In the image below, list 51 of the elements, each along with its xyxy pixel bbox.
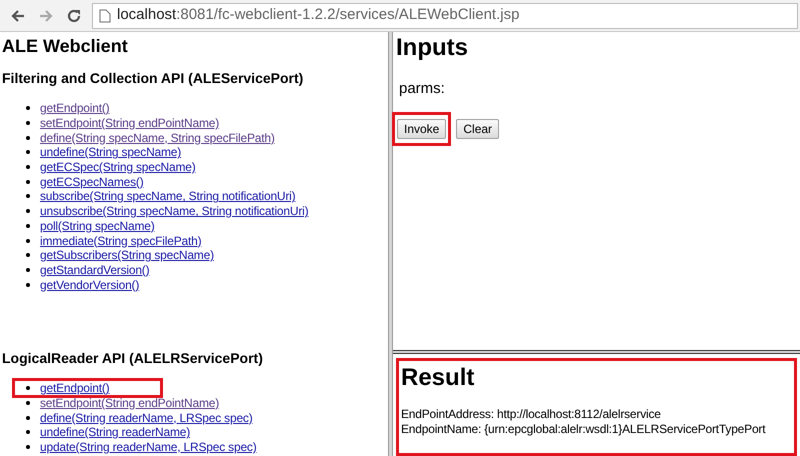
bullet-icon bbox=[26, 194, 30, 198]
section-heading: LogicalReader API (ALELRServicePort) bbox=[2, 348, 264, 368]
bullet-icon bbox=[26, 400, 30, 405]
bullet-icon bbox=[26, 268, 30, 272]
method-link[interactable]: subscribe(String specName, String notificationUri) bbox=[40, 189, 296, 204]
method-link[interactable]: poll(String specName) bbox=[40, 218, 155, 233]
method-link[interactable]: undefine(String specName) bbox=[40, 145, 182, 160]
reload-icon[interactable] bbox=[66, 8, 82, 24]
method-link[interactable]: unsubscribe(String specName, String notificationUri) bbox=[40, 204, 308, 218]
bullet-icon bbox=[26, 150, 30, 154]
method-link[interactable]: getSubscribers(String specName) bbox=[40, 248, 214, 262]
parms-label: parms: bbox=[399, 79, 446, 99]
bullet-icon bbox=[26, 106, 30, 110]
bullet-icon bbox=[26, 209, 30, 214]
bullet-icon bbox=[26, 430, 30, 434]
method-link[interactable]: undefine(String readerName) bbox=[40, 425, 190, 440]
page-icon bbox=[99, 8, 111, 22]
method-link[interactable]: getVendorVersion() bbox=[40, 278, 140, 292]
bullet-icon bbox=[26, 165, 30, 170]
section-heading: Filtering and Collection API (ALEServicePort) bbox=[2, 69, 304, 88]
method-link[interactable]: immediate(String specFilePath) bbox=[40, 234, 202, 248]
bullet-icon bbox=[26, 180, 30, 184]
method-link[interactable]: define(String specName, String specFilePath) bbox=[40, 130, 275, 145]
method-link[interactable]: update(String readerName, LRSpec spec) bbox=[40, 440, 257, 454]
method-link[interactable]: getEndpoint() bbox=[40, 101, 110, 116]
method-link[interactable]: getStandardVersion() bbox=[40, 262, 150, 277]
method-link[interactable]: setEndpoint(String endPointName) bbox=[40, 116, 220, 130]
method-link[interactable]: getECSpecNames() bbox=[40, 174, 144, 189]
address-bar[interactable]: localhost:8081/fc-webclient-1.2.2/services/ALEWebClient.jsp bbox=[92, 2, 798, 28]
action-button[interactable]: Invoke bbox=[397, 118, 446, 138]
bullet-icon bbox=[26, 224, 30, 228]
method-link[interactable]: getECSpec(String specName) bbox=[40, 160, 196, 174]
bullet-icon bbox=[26, 136, 30, 140]
bullet-icon bbox=[26, 386, 30, 390]
inputs-title: Inputs bbox=[396, 34, 469, 62]
method-link[interactable]: setEndpoint(String endPointName) bbox=[40, 396, 220, 410]
result-line: EndpointName: {urn:epcglobal:alelr:wsdl:1}ALELRServicePortTypePort bbox=[401, 422, 766, 437]
bullet-icon bbox=[26, 238, 30, 243]
page-title: ALE Webclient bbox=[2, 35, 129, 57]
back-icon[interactable] bbox=[10, 8, 26, 24]
bullet-icon bbox=[26, 416, 30, 420]
action-button[interactable]: Clear bbox=[456, 118, 500, 138]
bullet-icon bbox=[26, 253, 30, 258]
bullet-icon bbox=[26, 282, 30, 287]
bullet-icon bbox=[26, 445, 30, 450]
result-title: Result bbox=[401, 363, 476, 393]
bullet-icon bbox=[26, 121, 30, 126]
method-link[interactable]: define(String readerName, LRSpec spec) bbox=[40, 410, 253, 425]
method-link[interactable]: getEndpoint() bbox=[40, 381, 110, 396]
result-line: EndPointAddress: http://localhost:8112/alelrservice bbox=[401, 407, 662, 422]
url-text: localhost:8081/fc-webclient-1.2.2/services/ALEWebClient.jsp bbox=[117, 5, 520, 26]
